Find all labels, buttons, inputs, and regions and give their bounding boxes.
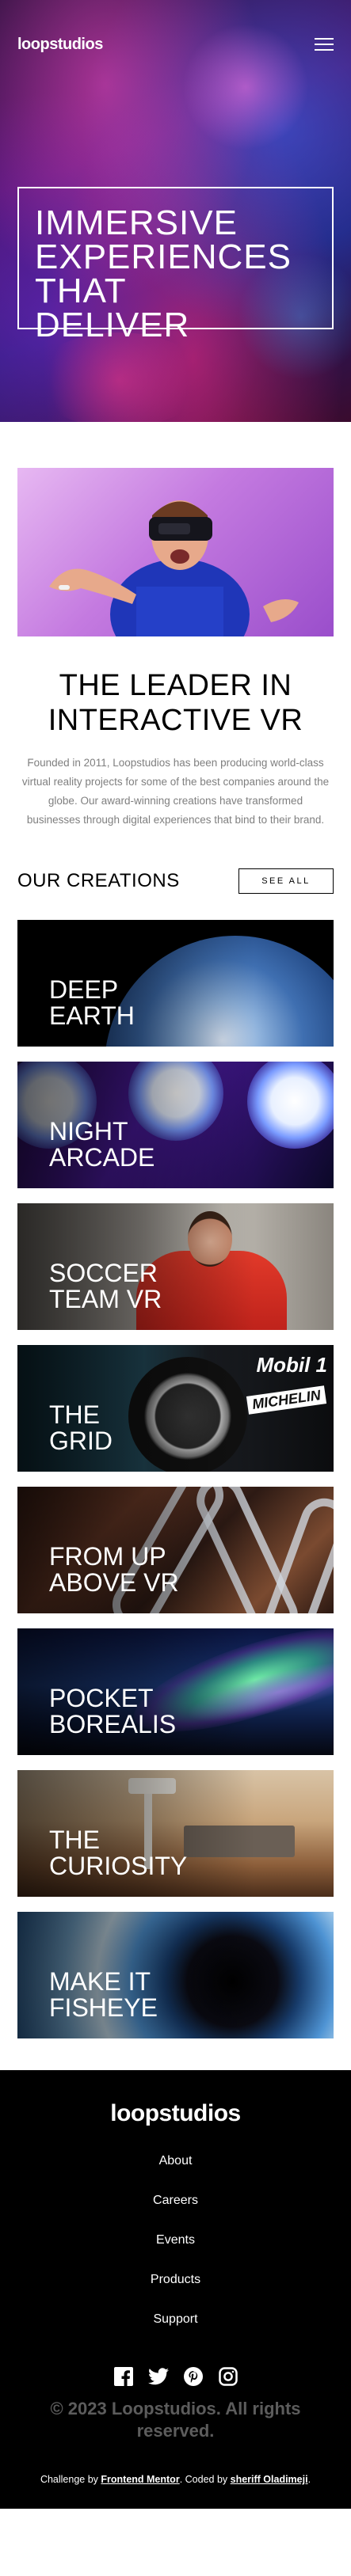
creation-card-title-line: Soccer bbox=[49, 1259, 158, 1287]
see-all-button[interactable]: SEE ALL bbox=[238, 868, 334, 894]
hero-section: loopstudios Immersive experiences that d… bbox=[0, 0, 351, 422]
footer-link-about[interactable]: About bbox=[159, 2154, 193, 2168]
hamburger-menu-icon[interactable] bbox=[315, 38, 334, 51]
footer-nav: About Careers Events Products Support bbox=[17, 2154, 334, 2327]
creation-card-title-line: borealis bbox=[49, 1710, 177, 1738]
creation-card-title-line: Pocket bbox=[49, 1684, 154, 1712]
creation-card-title-line: The bbox=[49, 1826, 100, 1854]
interactive-title: The leader in interactive VR bbox=[17, 668, 334, 738]
creation-card-title-line: The bbox=[49, 1400, 100, 1429]
hero-title: Immersive experiences that deliver bbox=[35, 203, 316, 344]
creation-card-deep-earth[interactable]: Deep earth bbox=[17, 920, 334, 1047]
creations-header: Our creations SEE ALL bbox=[17, 868, 334, 895]
creation-card-the-grid[interactable]: Mobil 1 MICHELIN The grid bbox=[17, 1345, 334, 1472]
author-link[interactable]: sheriff Oladimeji bbox=[231, 2474, 308, 2485]
facebook-icon[interactable] bbox=[113, 2366, 134, 2387]
creation-card-title: Night arcade bbox=[49, 1119, 155, 1171]
interactive-description: Founded in 2011, Loopstudios has been pr… bbox=[21, 757, 330, 826]
creation-card-title-line: team VR bbox=[49, 1285, 162, 1313]
hero-title-line: deliver bbox=[35, 306, 190, 344]
hero-title-box: Immersive experiences that deliver bbox=[17, 187, 334, 343]
creation-card-title: Make it fisheye bbox=[49, 1969, 158, 2021]
creation-card-title-line: fisheye bbox=[49, 1993, 158, 2022]
creation-card-title-line: Deep bbox=[49, 975, 119, 1004]
creation-card-title: Pocket borealis bbox=[49, 1685, 176, 1738]
interactive-section: The leader in interactive VR Founded in … bbox=[0, 422, 351, 830]
creation-card-night-arcade[interactable]: Night arcade bbox=[17, 1062, 334, 1188]
attribution-suffix: . bbox=[307, 2474, 311, 2485]
pinterest-icon[interactable] bbox=[183, 2366, 204, 2387]
logo[interactable]: loopstudios bbox=[17, 36, 103, 54]
creations-section: Our creations SEE ALL Deep earth Night a… bbox=[0, 830, 351, 2038]
vr-person-illustration bbox=[49, 500, 299, 636]
attribution-middle: . Coded by bbox=[179, 2474, 231, 2485]
creation-card-the-curiosity[interactable]: The curiosity bbox=[17, 1770, 334, 1897]
navbar: loopstudios bbox=[0, 0, 351, 89]
creation-card-title: The grid bbox=[49, 1402, 113, 1454]
creation-card-make-it-fisheye[interactable]: Make it fisheye bbox=[17, 1912, 334, 2038]
interactive-title-line: interactive VR bbox=[48, 704, 303, 737]
creation-card-title: Deep earth bbox=[49, 977, 135, 1029]
hero-image-glow bbox=[32, 332, 206, 422]
footer-logo[interactable]: loopstudios bbox=[17, 2100, 334, 2127]
creation-card-title: From up above VR bbox=[49, 1544, 179, 1596]
creation-card-title-line: earth bbox=[49, 1001, 135, 1030]
footer: loopstudios About Careers Events Product… bbox=[0, 2070, 351, 2509]
hero-title-line: Immersive bbox=[35, 203, 238, 242]
interactive-title-line: The leader in bbox=[59, 669, 292, 702]
creation-card-pocket-borealis[interactable]: Pocket borealis bbox=[17, 1628, 334, 1755]
creation-card-title-line: From up bbox=[49, 1542, 166, 1571]
footer-link-support[interactable]: Support bbox=[153, 2312, 197, 2326]
copyright-text: © 2023 Loopstudios. All rights reserved. bbox=[50, 2399, 301, 2441]
creation-card-soccer-team-vr[interactable]: Soccer team VR bbox=[17, 1203, 334, 1330]
hero-title-line: experiences bbox=[35, 237, 292, 276]
creation-card-title-line: curiosity bbox=[49, 1852, 188, 1880]
footer-link-products[interactable]: Products bbox=[151, 2273, 200, 2286]
social-links bbox=[17, 2366, 334, 2387]
attribution-prefix: Challenge by bbox=[40, 2474, 101, 2485]
vr-headset-man-image bbox=[17, 468, 334, 636]
creation-card-from-up-above-vr[interactable]: From up above VR bbox=[17, 1487, 334, 1613]
footer-link-careers[interactable]: Careers bbox=[153, 2194, 198, 2207]
attribution-text: Challenge by Frontend Mentor. Coded by s… bbox=[17, 2474, 334, 2485]
instagram-icon[interactable] bbox=[218, 2366, 238, 2387]
frontend-mentor-link[interactable]: Frontend Mentor bbox=[101, 2474, 179, 2485]
hero-title-line: that bbox=[35, 272, 127, 310]
creation-card-title-line: arcade bbox=[49, 1143, 155, 1172]
footer-link-events[interactable]: Events bbox=[156, 2233, 195, 2247]
creation-card-title-line: above VR bbox=[49, 1568, 179, 1597]
creation-card-title-line: Make it bbox=[49, 1967, 151, 1996]
creation-card-title: Soccer team VR bbox=[49, 1260, 162, 1313]
creations-title: Our creations bbox=[17, 870, 180, 891]
twitter-icon[interactable] bbox=[147, 2366, 169, 2387]
creation-card-title-line: Night bbox=[49, 1117, 128, 1146]
creation-card-title-line: grid bbox=[49, 1427, 113, 1455]
creations-list: Deep earth Night arcade Soccer team VR bbox=[17, 920, 334, 2038]
creation-card-title: The curiosity bbox=[49, 1827, 187, 1879]
